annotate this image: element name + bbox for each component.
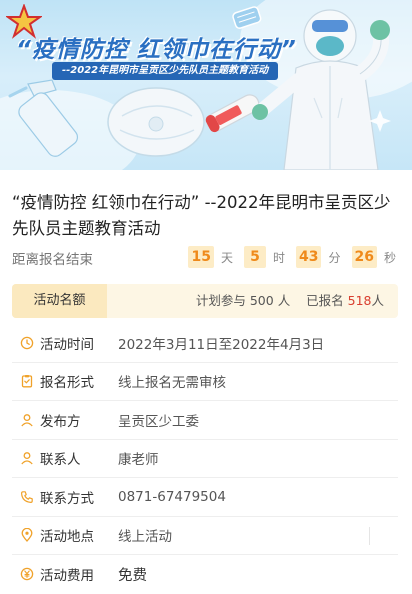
clock-icon [20, 336, 34, 350]
signed-prefix: 已报名 [306, 293, 344, 308]
registration-countdown: 距离报名结束 15 天 5 时 43 分 26 秒 [12, 246, 404, 268]
phone-number[interactable]: 0871-67479504 [118, 489, 226, 505]
info-label: 报名形式 [40, 375, 94, 392]
info-value: 线上活动 [118, 529, 172, 546]
banner-title: “疫情防控 红领巾在行动” [16, 37, 297, 63]
event-title: “疫情防控 红领巾在行动” --2022年昆明市呈贡区少先队员主题教育活动 [12, 193, 391, 238]
user-icon [20, 413, 34, 427]
quota-tab-label: 活动名额 [12, 284, 107, 318]
row-divider [369, 526, 370, 545]
yen-coin-icon [20, 567, 34, 581]
info-label: 活动时间 [40, 336, 94, 353]
info-row-time: 活动时间 2022年3月11日至2022年4月3日 [12, 324, 398, 363]
quota-panel: 活动名额 计划参与 500 人 已报名 518人 [12, 284, 398, 318]
info-label: 发布方 [40, 413, 81, 430]
banner-illustration [8, 6, 391, 170]
info-row-form: 报名形式 线上报名无需审核 [12, 363, 398, 401]
info-row-contact: 联系人 康老师 [12, 440, 398, 478]
countdown-minutes-unit: 分 [328, 250, 341, 265]
quota-info: 计划参与 500 人 已报名 518人 [196, 284, 384, 318]
info-label: 联系人 [40, 452, 81, 469]
plan-unit: 人 [277, 293, 291, 308]
info-value: 线上报名无需审核 [118, 375, 226, 392]
signed-unit: 人 [371, 293, 384, 308]
countdown-seconds: 26 [351, 246, 377, 268]
banner: “疫情防控 红领巾在行动” --2022年昆明市呈贡区少先队员主题教育活动 [0, 0, 412, 170]
plan-prefix: 计划参与 [195, 293, 246, 308]
countdown-timer: 15 天 5 时 43 分 26 秒 [188, 246, 396, 268]
info-value: 康老师 [118, 452, 159, 469]
banner-subtitle: --2022年昆明市呈贡区少先队员主题教育活动 [52, 62, 279, 80]
info-label: 活动费用 [40, 568, 94, 585]
info-row-publisher: 发布方 呈贡区少工委 [12, 401, 398, 440]
signed-count: 518 [347, 293, 372, 308]
countdown-days-unit: 天 [220, 250, 233, 265]
location-pin-icon [20, 528, 34, 543]
countdown-minutes: 43 [296, 246, 322, 268]
info-row-fee: 活动费用 免费 [12, 555, 398, 594]
countdown-hours-unit: 时 [272, 250, 285, 265]
clipboard-icon [20, 374, 34, 388]
event-info-list: 活动时间 2022年3月11日至2022年4月3日 报名形式 线上报名无需审核 … [12, 324, 398, 594]
info-row-phone: 联系方式 0871-67479504 [12, 478, 398, 517]
info-value: 2022年3月11日至2022年4月3日 [118, 336, 325, 353]
info-value: 呈贡区少工委 [118, 413, 199, 430]
info-row-location: 活动地点 线上活动 [12, 517, 398, 555]
info-label: 联系方式 [40, 490, 94, 507]
countdown-label: 距离报名结束 [12, 252, 93, 268]
info-value: 免费 [118, 567, 147, 584]
info-label: 活动地点 [40, 529, 94, 546]
countdown-days: 15 [188, 246, 214, 268]
phone-icon [20, 490, 34, 504]
countdown-seconds-unit: 秒 [383, 250, 396, 265]
contact-person-icon [20, 451, 34, 465]
countdown-hours: 5 [243, 246, 266, 268]
plan-count: 500 [249, 293, 274, 308]
